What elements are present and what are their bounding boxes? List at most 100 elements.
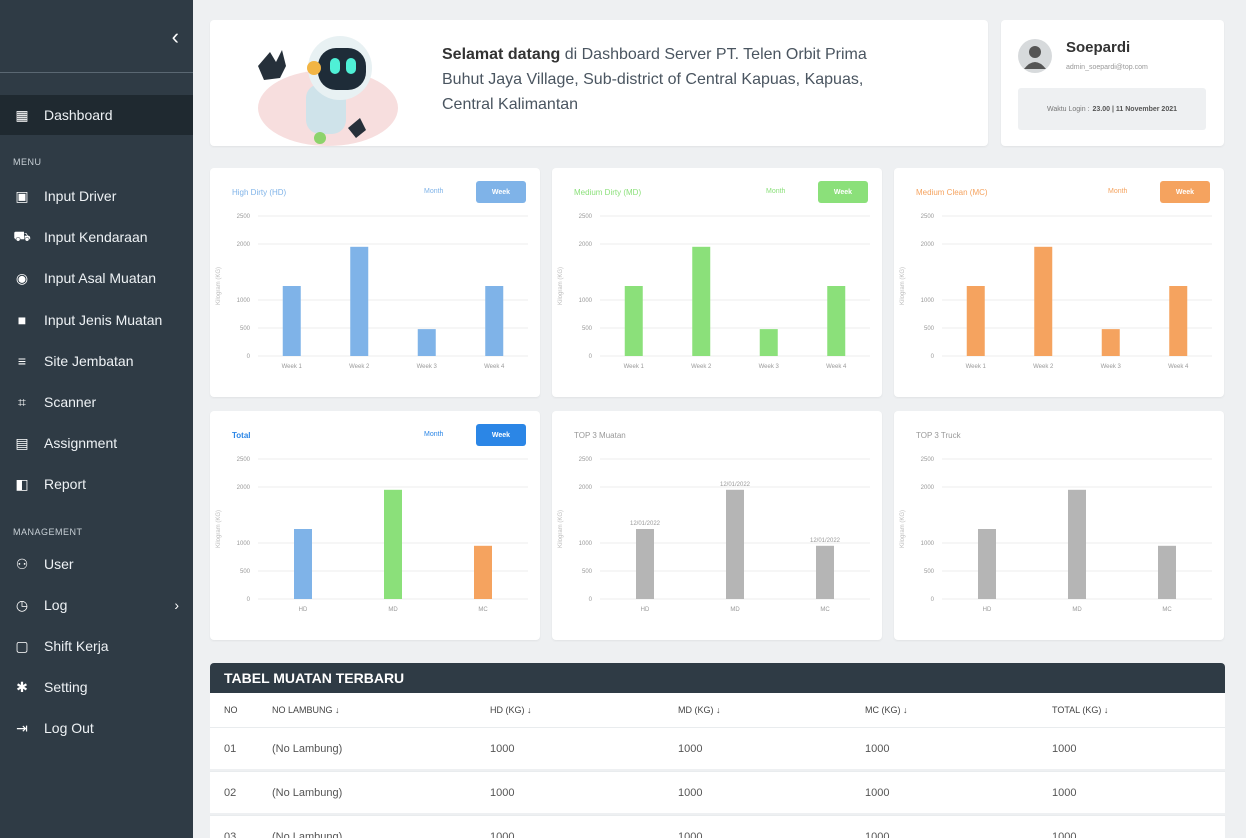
sidebar-item-report[interactable]: ◧ Report xyxy=(0,464,193,504)
sidebar-item-assignment[interactable]: ▤ Assignment xyxy=(0,423,193,463)
sidebar-item-scanner[interactable]: ⌗ Scanner xyxy=(0,382,193,422)
bar xyxy=(417,329,436,356)
sidebar-item-input-kendaraan[interactable]: ⛟ Input Kendaraan xyxy=(0,217,193,257)
sidebar-item-label: Input Kendaraan xyxy=(44,229,148,245)
month-button[interactable]: Month xyxy=(424,431,443,438)
column-header-no[interactable]: NO xyxy=(224,693,238,727)
y-tick-label: 2500 xyxy=(237,457,251,463)
table-row[interactable]: 03 (No Lambung) 1000 1000 1000 1000 xyxy=(210,815,1225,838)
cell-no: 01 xyxy=(224,742,237,755)
cell-no: 03 xyxy=(224,830,237,838)
sidebar-item-label: Assignment xyxy=(44,435,118,451)
sidebar-item-label: Report xyxy=(44,476,87,492)
table-title: TABEL MUATAN TERBARU xyxy=(210,663,1225,693)
cell-total: 1000 xyxy=(1052,742,1077,755)
data-label: 12/01/2022 xyxy=(810,538,841,544)
column-header-mc[interactable]: MC (KG) ↓ xyxy=(865,693,908,727)
welcome-message: Selamat datang di Dashboard Server PT. T… xyxy=(442,42,962,117)
column-header-total[interactable]: TOTAL (KG) ↓ xyxy=(1052,693,1108,727)
y-tick-label: 0 xyxy=(931,597,935,603)
chart-title: Medium Clean (MC) xyxy=(916,188,988,197)
sidebar-item-setting[interactable]: ✱ Setting xyxy=(0,667,193,707)
column-header-hd[interactable]: HD (KG) ↓ xyxy=(490,693,532,727)
y-tick-label: 1000 xyxy=(579,541,593,547)
sidebar-item-input-jenis-muatan[interactable]: ■ Input Jenis Muatan xyxy=(0,300,193,340)
x-tick-label: Week 4 xyxy=(1168,364,1189,370)
y-tick-label: 1000 xyxy=(921,541,935,547)
gear-icon: ✱ xyxy=(16,678,28,695)
table-row[interactable]: 01 (No Lambung) 1000 1000 1000 1000 xyxy=(210,727,1225,769)
data-label: 12/01/2022 xyxy=(720,482,751,488)
y-tick-label: 2000 xyxy=(579,242,593,248)
cell-mc: 1000 xyxy=(865,830,890,838)
clock-icon: ◷ xyxy=(15,596,29,613)
column-header-md[interactable]: MD (KG) ↓ xyxy=(678,693,721,727)
bar-chart: Kilogram (KG) 0 500 1000 2000 2500 HD MD MC xyxy=(216,457,528,613)
chart-card-total: Total Month Week Kilogram (KG) 0 500 1000 20… xyxy=(210,411,540,640)
sidebar-item-label: Log Out xyxy=(44,720,94,736)
cell-no-lambung: (No Lambung) xyxy=(272,742,343,755)
y-tick-label: 2000 xyxy=(921,242,935,248)
chevron-left-icon[interactable]: ‹ xyxy=(172,24,179,50)
bar-chart: Kilogram (KG) 0 500 1000 2000 2500 Week 1 Week … xyxy=(558,214,870,370)
x-tick-label: Week 1 xyxy=(282,364,303,370)
cell-hd: 1000 xyxy=(490,742,515,755)
welcome-line1: di Dashboard Server PT. Telen Orbit Prim… xyxy=(560,46,867,63)
sidebar-item-input-driver[interactable]: ▣ Input Driver xyxy=(0,176,193,216)
x-tick-label: MC xyxy=(1162,607,1172,613)
sidebar-item-log-out[interactable]: ⇥ Log Out xyxy=(0,708,193,748)
bar xyxy=(692,246,711,356)
column-header-no-lambung[interactable]: NO LAMBUNG ↓ xyxy=(272,693,340,727)
y-tick-label: 2500 xyxy=(921,457,935,463)
y-tick-label: 2500 xyxy=(579,457,593,463)
y-tick-label: 2000 xyxy=(579,485,593,491)
chart-card-medium-clean: Medium Clean (MC) Month Week Kilogram (K… xyxy=(894,168,1224,397)
sidebar-item-label: Input Driver xyxy=(44,188,117,204)
sidebar-item-user[interactable]: ⚇ User xyxy=(0,544,193,584)
profile-card: Soepardi admin_soepardi@top.com Waktu Lo… xyxy=(1001,20,1224,146)
bar xyxy=(978,529,996,599)
week-button[interactable]: Week xyxy=(1160,181,1210,203)
avatar[interactable] xyxy=(1018,39,1052,73)
sidebar-item-label: Shift Kerja xyxy=(44,638,109,654)
x-tick-label: MD xyxy=(730,607,740,613)
sidebar-item-log[interactable]: ◷ Log › xyxy=(0,585,193,625)
bar xyxy=(624,286,643,356)
x-tick-label: Week 1 xyxy=(966,364,987,370)
sidebar: ‹ ▦ Dashboard MENU ▣ Input Driver ⛟ Inpu… xyxy=(0,0,193,838)
week-button[interactable]: Week xyxy=(818,181,868,203)
x-tick-label: Week 4 xyxy=(826,364,847,370)
sidebar-item-shift-kerja[interactable]: ▢ Shift Kerja xyxy=(0,626,193,666)
bar xyxy=(827,286,846,356)
y-tick-label: 2500 xyxy=(579,214,593,220)
welcome-line3: Central Kalimantan xyxy=(442,96,579,113)
bar xyxy=(966,286,985,356)
sidebar-item-label: Setting xyxy=(44,679,88,695)
data-label: 12/01/2022 xyxy=(630,521,661,527)
sidebar-item-input-asal-muatan[interactable]: ◉ Input Asal Muatan xyxy=(0,258,193,298)
month-button[interactable]: Month xyxy=(424,188,443,195)
month-button[interactable]: Month xyxy=(766,188,785,195)
chart-card-high-dirty: High Dirty (HD) Month Week Kilogram (KG)… xyxy=(210,168,540,397)
chart-title: TOP 3 Truck xyxy=(916,431,961,440)
month-button[interactable]: Month xyxy=(1108,188,1127,195)
logout-icon: ⇥ xyxy=(16,719,28,736)
y-tick-label: 0 xyxy=(589,597,593,603)
chart-title: Medium Dirty (MD) xyxy=(574,188,642,197)
x-tick-label: Week 2 xyxy=(1033,364,1054,370)
sidebar-item-dashboard[interactable]: ▦ Dashboard xyxy=(0,95,193,135)
y-axis-label: Kilogram (KG) xyxy=(558,510,564,548)
x-tick-label: HD xyxy=(299,607,308,613)
sidebar-item-site-jembatan[interactable]: ≡ Site Jembatan xyxy=(0,341,193,381)
bar xyxy=(726,489,744,599)
cell-mc: 1000 xyxy=(865,786,890,799)
y-tick-label: 500 xyxy=(924,326,935,332)
sidebar-item-label: Input Jenis Muatan xyxy=(44,312,163,328)
week-button[interactable]: Week xyxy=(476,181,526,203)
y-tick-label: 500 xyxy=(582,326,593,332)
bar-chart: Kilogram (KG) 0 500 1000 2000 2500 HD MD MC xyxy=(900,457,1212,613)
y-tick-label: 2000 xyxy=(237,485,251,491)
bar xyxy=(384,489,402,599)
table-row[interactable]: 02 (No Lambung) 1000 1000 1000 1000 xyxy=(210,771,1225,813)
week-button[interactable]: Week xyxy=(476,424,526,446)
